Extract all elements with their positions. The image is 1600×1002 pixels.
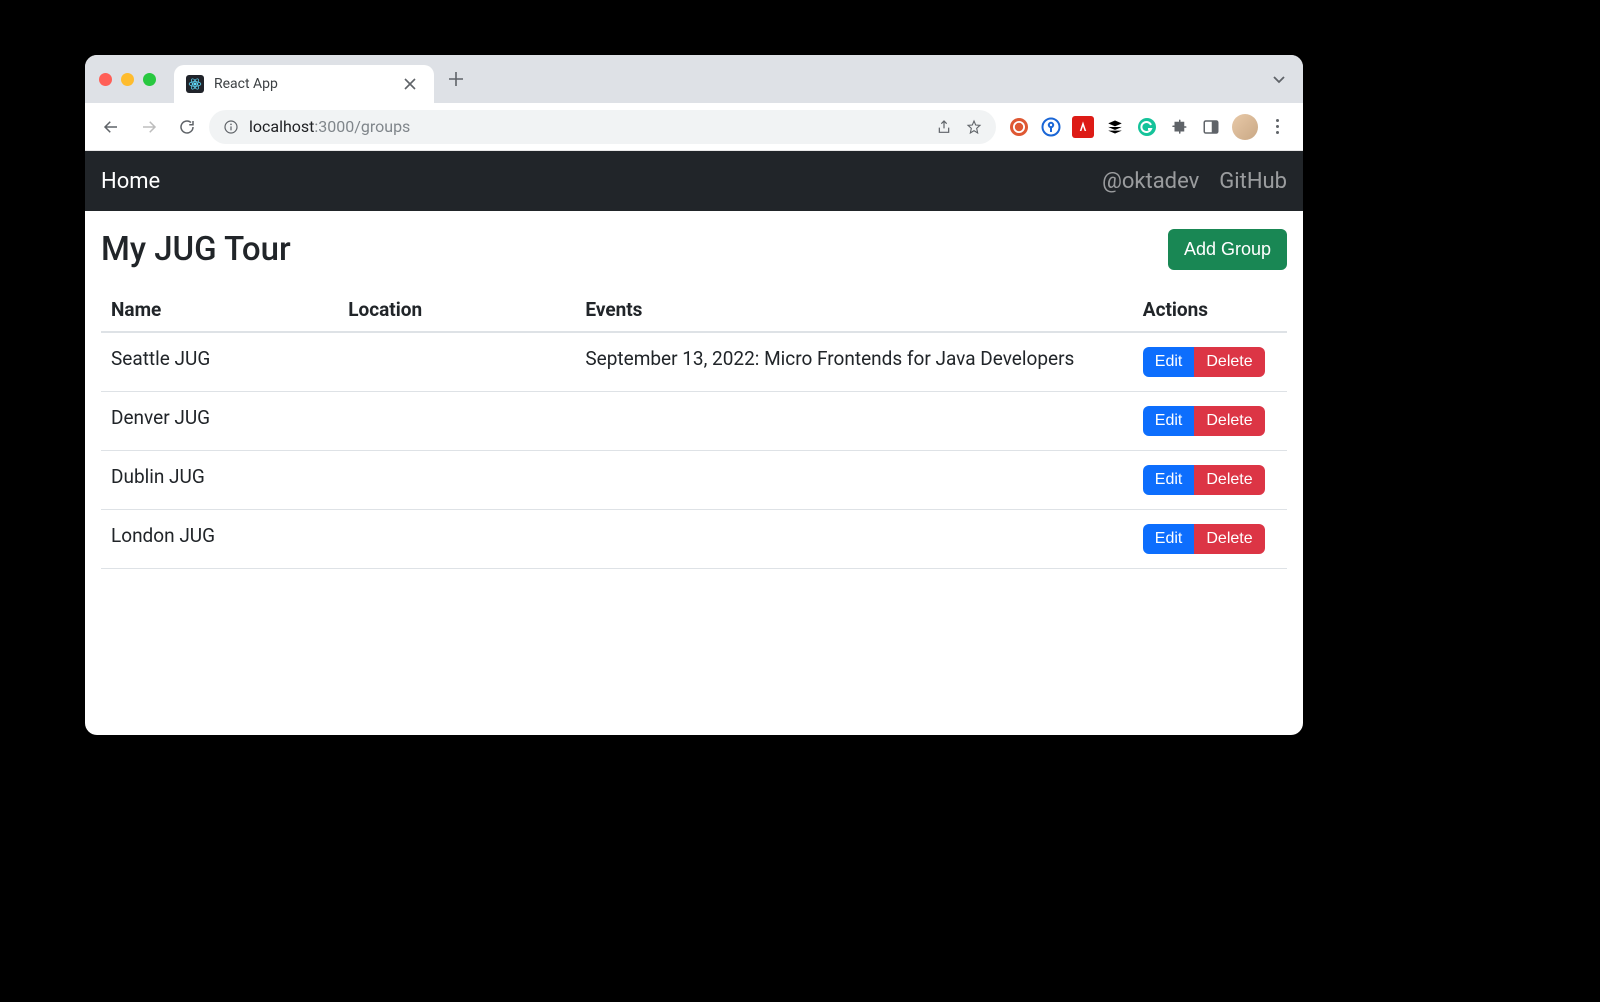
th-name: Name [101, 288, 338, 332]
tab-close-icon[interactable] [398, 78, 422, 90]
page-content: My JUG Tour Add Group Name Location Even… [85, 211, 1303, 587]
edit-button[interactable]: Edit [1143, 465, 1195, 495]
angular-icon[interactable] [1072, 116, 1094, 138]
cell-location [338, 332, 575, 392]
cell-events: September 13, 2022: Micro Frontends for … [575, 332, 1132, 392]
back-button[interactable] [95, 111, 127, 143]
browser-window: React App localhost:3000/groups [85, 55, 1303, 735]
new-tab-button[interactable] [434, 71, 478, 87]
forward-button[interactable] [133, 111, 165, 143]
add-group-button[interactable]: Add Group [1168, 229, 1287, 270]
cell-location [338, 510, 575, 569]
share-icon[interactable] [936, 119, 952, 135]
side-panel-icon[interactable] [1200, 116, 1222, 138]
reload-button[interactable] [171, 111, 203, 143]
url-host: localhost [249, 117, 314, 136]
browser-tab-bar: React App [85, 55, 1303, 103]
delete-button[interactable]: Delete [1194, 406, 1264, 436]
url-input[interactable]: localhost:3000/groups [209, 110, 996, 144]
tab-overflow-icon[interactable] [1271, 71, 1287, 87]
delete-button[interactable]: Delete [1194, 465, 1264, 495]
th-location: Location [338, 288, 575, 332]
browser-menu-icon[interactable] [1268, 119, 1287, 134]
delete-button[interactable]: Delete [1194, 347, 1264, 377]
edit-button[interactable]: Edit [1143, 524, 1195, 554]
edit-button[interactable]: Edit [1143, 347, 1195, 377]
profile-avatar[interactable] [1232, 114, 1258, 140]
cell-events [575, 392, 1132, 451]
window-minimize[interactable] [121, 73, 134, 86]
th-actions: Actions [1133, 288, 1287, 332]
bookmark-star-icon[interactable] [966, 119, 982, 135]
th-events: Events [575, 288, 1132, 332]
action-button-group: EditDelete [1143, 347, 1265, 377]
cell-events [575, 451, 1132, 510]
site-info-icon[interactable] [223, 119, 239, 135]
url-path: :3000/groups [314, 117, 410, 136]
browser-tab[interactable]: React App [174, 65, 434, 103]
extension-icons [1002, 114, 1293, 140]
cell-actions: EditDelete [1133, 451, 1287, 510]
table-row: Denver JUG EditDelete [101, 392, 1287, 451]
cell-actions: EditDelete [1133, 332, 1287, 392]
groups-table: Name Location Events Actions Seattle JUG… [101, 288, 1287, 569]
window-controls [99, 73, 156, 86]
window-maximize[interactable] [143, 73, 156, 86]
window-close[interactable] [99, 73, 112, 86]
cell-actions: EditDelete [1133, 392, 1287, 451]
react-favicon-icon [186, 75, 204, 93]
cell-name: Dublin JUG [101, 451, 338, 510]
action-button-group: EditDelete [1143, 406, 1265, 436]
nav-home-link[interactable]: Home [101, 169, 160, 194]
nav-github-link[interactable]: GitHub [1219, 169, 1287, 194]
cell-location [338, 392, 575, 451]
delete-button[interactable]: Delete [1194, 524, 1264, 554]
cell-events [575, 510, 1132, 569]
table-row: Dublin JUG EditDelete [101, 451, 1287, 510]
nav-oktadev-link[interactable]: @oktadev [1102, 169, 1199, 194]
extensions-puzzle-icon[interactable] [1168, 116, 1190, 138]
grammarly-icon[interactable] [1136, 116, 1158, 138]
tab-title: React App [214, 76, 398, 92]
page-title: My JUG Tour [101, 230, 291, 269]
cell-name: Seattle JUG [101, 332, 338, 392]
edit-button[interactable]: Edit [1143, 406, 1195, 436]
duckduckgo-icon[interactable] [1008, 116, 1030, 138]
action-button-group: EditDelete [1143, 465, 1265, 495]
buffer-icon[interactable] [1104, 116, 1126, 138]
table-row: London JUG EditDelete [101, 510, 1287, 569]
address-bar: localhost:3000/groups [85, 103, 1303, 151]
page-header: My JUG Tour Add Group [101, 229, 1287, 270]
cell-name: London JUG [101, 510, 338, 569]
cell-name: Denver JUG [101, 392, 338, 451]
cell-location [338, 451, 575, 510]
cell-actions: EditDelete [1133, 510, 1287, 569]
onepassword-icon[interactable] [1040, 116, 1062, 138]
table-row: Seattle JUG September 13, 2022: Micro Fro… [101, 332, 1287, 392]
app-navbar: Home @oktadev GitHub [85, 151, 1303, 211]
action-button-group: EditDelete [1143, 524, 1265, 554]
